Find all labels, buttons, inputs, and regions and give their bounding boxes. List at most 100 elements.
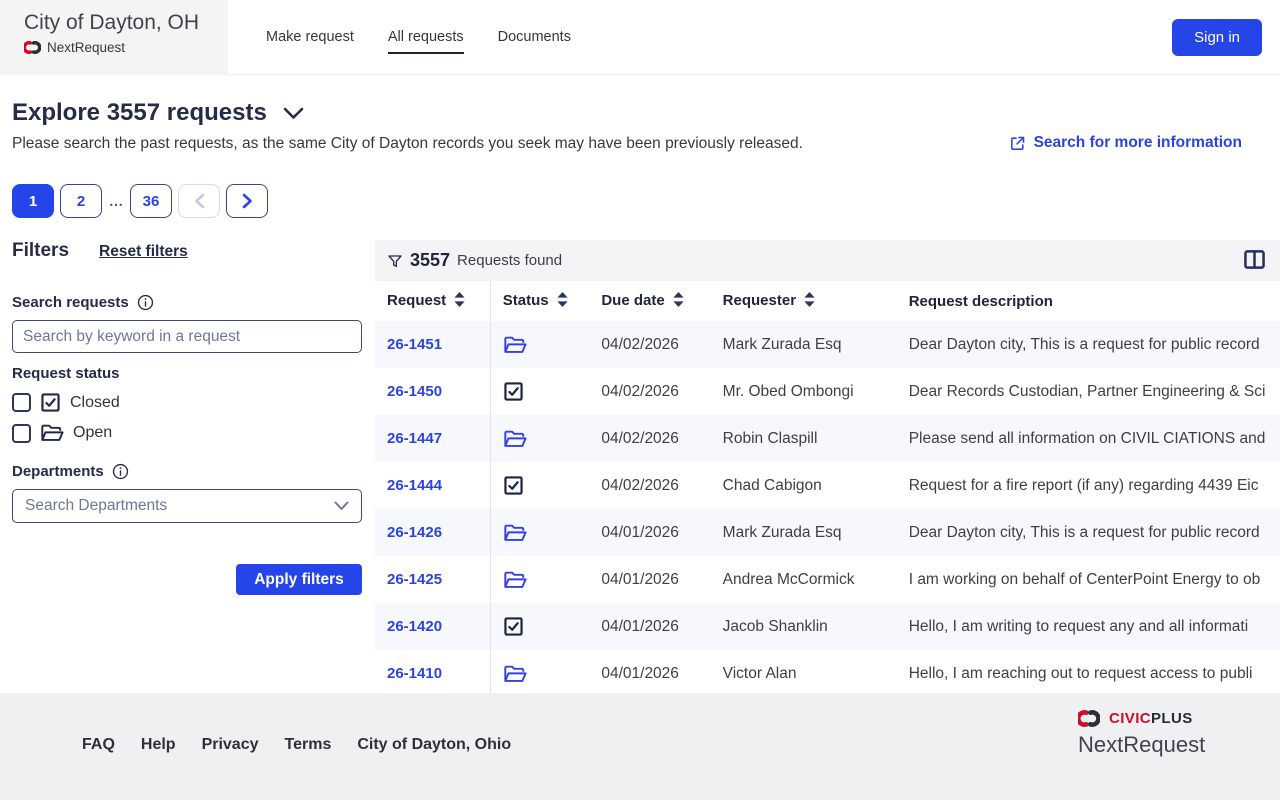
filters-panel: Filters Reset filters Search requests Re…: [12, 240, 362, 595]
requester-cell: Jacob Shanklin: [710, 603, 897, 650]
footer-link-help[interactable]: Help: [141, 736, 176, 754]
status-cell: [490, 462, 590, 509]
requests-table: Request Status Due date Requester Request de…: [375, 281, 1280, 693]
sort-icon[interactable]: [454, 291, 465, 311]
agency-name: City of Dayton, OH: [24, 10, 200, 34]
description-cell: Request for a fire report (if any) regar…: [896, 462, 1280, 509]
request-link[interactable]: 26-1425: [387, 571, 442, 588]
request-link[interactable]: 26-1410: [387, 665, 442, 682]
folder-open-icon: [40, 423, 64, 443]
next-page-button[interactable]: [226, 184, 268, 218]
page-title: Explore 3557 requests: [12, 99, 267, 126]
due-date-cell: 04/02/2026: [589, 321, 711, 368]
status-option-label: Closed: [70, 393, 120, 411]
status-cell: [490, 603, 590, 650]
folder-open-icon: [503, 523, 590, 543]
departments-select-placeholder: Search Departments: [25, 497, 168, 514]
check-square-icon: [40, 392, 61, 413]
description-cell: Hello, I am reaching out to request acce…: [896, 650, 1280, 693]
filter-funnel-icon: [387, 253, 403, 269]
chevron-down-icon: [334, 501, 349, 511]
reset-filters-link[interactable]: Reset filters: [99, 243, 188, 261]
nav-item-documents[interactable]: Documents: [498, 20, 571, 54]
due-date-cell: 04/02/2026: [589, 368, 711, 415]
sort-icon[interactable]: [557, 291, 568, 311]
status-cell: [490, 321, 590, 368]
sort-icon[interactable]: [804, 291, 815, 311]
column-header-request[interactable]: Request: [375, 281, 491, 321]
footer-brand: CIVICPLUS NextRequest: [1078, 710, 1205, 758]
sign-in-button[interactable]: Sign in: [1172, 19, 1262, 56]
folder-open-icon: [503, 429, 590, 449]
requester-cell: Mark Zurada Esq: [710, 509, 897, 556]
search-requests-input[interactable]: [12, 320, 362, 353]
requester-cell: Mark Zurada Esq: [710, 321, 897, 368]
status-cell: [490, 556, 590, 603]
table-row: 26-1451 04/02/2026 Mark Zurada Esq Dear Day…: [375, 321, 1280, 368]
request-link[interactable]: 26-1450: [387, 383, 442, 400]
table-row: 26-1425 04/01/2026 Andrea McCormick I am wo…: [375, 556, 1280, 603]
page-button-2[interactable]: 2: [60, 184, 102, 218]
request-link[interactable]: 26-1451: [387, 336, 442, 353]
apply-filters-button[interactable]: Apply filters: [236, 564, 362, 595]
filters-title: Filters: [12, 240, 70, 261]
page-button-1[interactable]: 1: [12, 184, 54, 218]
agency-logo-box[interactable]: City of Dayton, OH NextRequest: [0, 0, 228, 75]
column-header-due-date[interactable]: Due date: [589, 281, 711, 321]
request-status-label: Request status: [12, 365, 120, 382]
column-settings-button[interactable]: [1243, 249, 1266, 273]
requester-cell: Mr. Obed Ombongi: [710, 368, 897, 415]
footer-link-faq[interactable]: FAQ: [82, 736, 115, 754]
status-cell: [490, 650, 590, 693]
checkbox[interactable]: [12, 423, 31, 443]
page-button-36[interactable]: 36: [130, 184, 172, 218]
requester-cell: Andrea McCormick: [710, 556, 897, 603]
column-header-requester[interactable]: Requester: [710, 281, 897, 321]
folder-open-icon: [503, 570, 590, 590]
footer-link-terms[interactable]: Terms: [285, 736, 332, 754]
info-icon[interactable]: [112, 463, 129, 480]
results-count: 3557: [410, 250, 451, 270]
check-square-icon: [503, 475, 590, 496]
check-square-icon: [503, 616, 590, 637]
folder-open-icon: [503, 335, 590, 355]
table-row: 26-1410 04/01/2026 Victor Alan Hello, I am …: [375, 650, 1280, 693]
civicplus-mark-icon: [1078, 710, 1100, 727]
footer-link-city-of-dayton-ohio[interactable]: City of Dayton, Ohio: [357, 736, 511, 754]
table-row: 26-1426 04/01/2026 Mark Zurada Esq Dear Day…: [375, 509, 1280, 556]
footer-link-privacy[interactable]: Privacy: [202, 736, 259, 754]
nav-item-all-requests[interactable]: All requests: [387, 20, 464, 54]
chevron-down-icon[interactable]: [283, 107, 304, 120]
column-header-status[interactable]: Status: [490, 281, 590, 321]
due-date-cell: 04/01/2026: [589, 556, 711, 603]
due-date-cell: 04/01/2026: [589, 603, 711, 650]
description-cell: Dear Dayton city, This is a request for …: [896, 321, 1280, 368]
results-panel: 3557 Requests found Request Status Due dat…: [375, 240, 1280, 693]
due-date-cell: 04/01/2026: [589, 650, 711, 693]
info-icon[interactable]: [137, 294, 154, 311]
description-cell: I am working on behalf of CenterPoint En…: [896, 556, 1280, 603]
description-cell: Dear Records Custodian, Partner Engineer…: [896, 368, 1280, 415]
status-option-open[interactable]: Open: [12, 423, 362, 443]
results-count-suffix: Requests found: [457, 252, 563, 269]
description-cell: Dear Dayton city, This is a request for …: [896, 509, 1280, 556]
column-header-request-description: Request description: [896, 281, 1280, 321]
sort-icon[interactable]: [673, 291, 684, 311]
chevron-left-icon: [194, 193, 205, 209]
status-cell: [490, 509, 590, 556]
results-count-bar: 3557 Requests found: [375, 240, 1280, 281]
check-square-icon: [503, 381, 590, 402]
request-link[interactable]: 26-1426: [387, 524, 442, 541]
status-option-closed[interactable]: Closed: [12, 392, 362, 413]
search-more-link[interactable]: Search for more information: [1009, 134, 1242, 152]
nav-item-make-request[interactable]: Make request: [266, 20, 354, 54]
table-row: 26-1450 04/02/2026 Mr. Obed Ombongi Dear Re…: [375, 368, 1280, 415]
previous-page-button[interactable]: [178, 184, 220, 218]
departments-select[interactable]: Search Departments: [12, 489, 362, 523]
request-link[interactable]: 26-1444: [387, 477, 442, 494]
checkbox[interactable]: [12, 393, 31, 412]
civicplus-wordmark: CIVICPLUS: [1109, 710, 1193, 727]
request-link[interactable]: 26-1420: [387, 618, 442, 635]
brand-name: NextRequest: [47, 39, 126, 55]
request-link[interactable]: 26-1447: [387, 430, 442, 447]
